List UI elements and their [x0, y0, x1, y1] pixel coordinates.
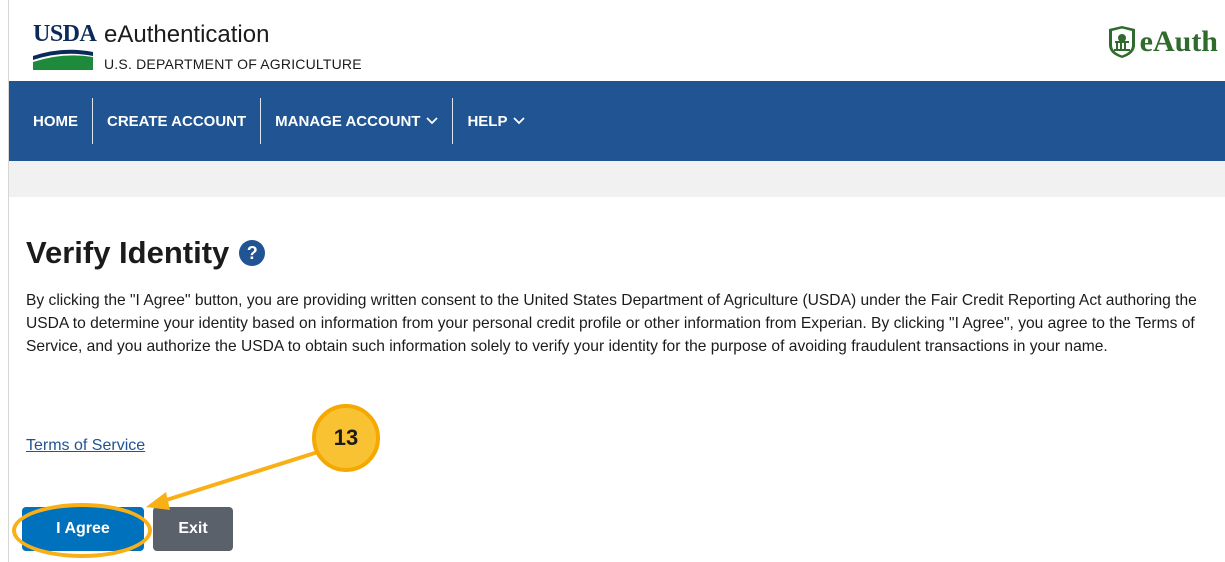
nav-item-create-account[interactable]: CREATE ACCOUNT	[93, 98, 262, 144]
callout-highlight-ring	[12, 503, 152, 558]
page-title: Verify Identity ?	[26, 235, 266, 271]
app-title: eAuthentication	[104, 21, 270, 48]
main-nav: HOME CREATE ACCOUNT MANAGE ACCOUNT HELP	[9, 81, 1225, 161]
capitol-building-icon	[1108, 26, 1135, 58]
usda-logo-text: USDA	[33, 21, 97, 47]
nav-item-label: HELP	[467, 112, 508, 130]
chevron-down-icon	[426, 117, 439, 125]
breadcrumb-band	[9, 161, 1225, 197]
usda-logo-swoosh-icon	[33, 49, 93, 70]
eauth-brand[interactable]: eAuth	[1106, 24, 1218, 60]
terms-of-service-link[interactable]: Terms of Service	[26, 437, 145, 455]
app-subtitle: U.S. DEPARTMENT OF AGRICULTURE	[104, 56, 362, 72]
nav-item-help[interactable]: HELP	[453, 98, 539, 144]
callout-number: 13	[333, 425, 359, 450]
nav-item-label: CREATE ACCOUNT	[107, 112, 247, 130]
nav-item-label: HOME	[33, 112, 78, 130]
consent-text: By clicking the "I Agree" button, you ar…	[26, 292, 1197, 355]
question-mark-icon[interactable]: ?	[239, 240, 266, 266]
callout-badge: 13	[312, 404, 380, 472]
chevron-down-icon	[513, 117, 526, 125]
nav-item-label: MANAGE ACCOUNT	[275, 112, 421, 130]
nav-item-home[interactable]: HOME	[19, 98, 93, 144]
nav-item-manage-account[interactable]: MANAGE ACCOUNT	[261, 98, 454, 144]
page-title-text: Verify Identity	[26, 235, 230, 270]
usda-logo[interactable]: USDA	[33, 22, 97, 72]
exit-button[interactable]: Exit	[153, 507, 233, 551]
browser-frame: USDA eAuthentication U.S. DEPARTMENT OF …	[8, 0, 1225, 562]
site-header: USDA eAuthentication U.S. DEPARTMENT OF …	[9, 0, 1225, 81]
brand-text: eAuth	[1139, 25, 1218, 58]
